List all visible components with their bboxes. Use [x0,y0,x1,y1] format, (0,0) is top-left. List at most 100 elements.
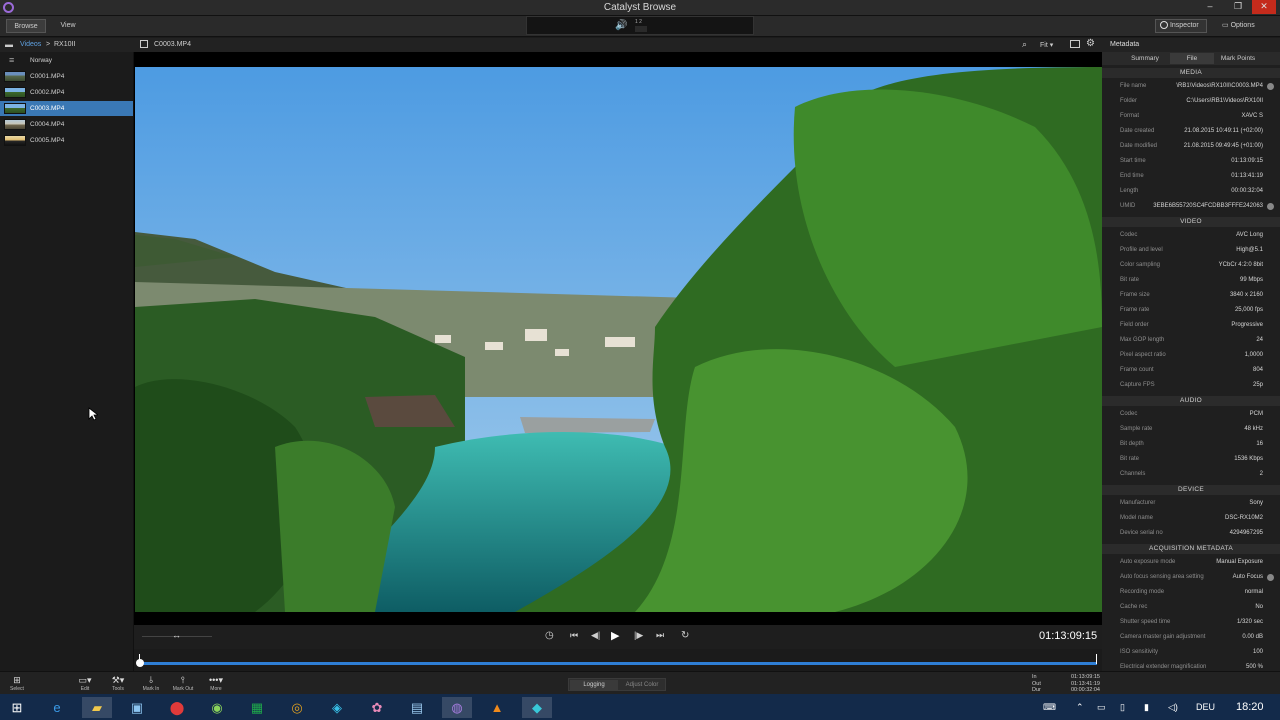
thumbnail [4,87,26,98]
photo-app-icon[interactable]: ◈ [322,697,352,718]
next-frame-icon[interactable]: |▶ [634,630,643,641]
notepad-icon[interactable]: ▤ [402,697,432,718]
info-icon[interactable] [1267,574,1274,581]
go-to-end-icon[interactable]: ⏭ [656,630,664,641]
catalyst-browse-icon[interactable]: ◍ [442,697,472,718]
info-icon[interactable] [1267,83,1274,90]
metadata-value: No [1255,604,1263,610]
metadata-key: Bit depth [1120,441,1144,447]
notifications-icon[interactable]: ▭ [1097,694,1106,720]
list-item[interactable]: C0004.MP4 [0,117,133,132]
vlc-icon[interactable]: ▲ [482,697,512,718]
select-tool-button[interactable]: ⊞ Select [2,674,32,692]
metadata-row: File name \RB1\Videos\RX10II\C0003.MP4 [1102,80,1280,93]
go-to-start-icon[interactable]: ⏮ [570,630,578,641]
metadata-row: Folder C:\Users\RB1\Videos\RX10II [1102,95,1280,108]
media-app-icon[interactable]: ⬤ [162,697,192,718]
duration-label: Dur [1032,687,1041,693]
search-icon[interactable]: ⌕ [1022,39,1027,50]
tab-adjust-color[interactable]: Adjust Color [619,680,665,690]
thumbnail [4,103,26,114]
fullscreen-icon[interactable] [1070,40,1080,48]
metadata-value: 01:13:09:15 [1231,158,1263,164]
volume-tray-icon[interactable]: ◁) [1168,694,1178,720]
tab-mark-points[interactable]: Mark Points [1216,53,1260,64]
previous-frame-icon[interactable]: ◀| [591,630,600,641]
metadata-key: Recording mode [1120,589,1165,595]
metadata-key: Frame size [1120,292,1150,298]
close-button[interactable]: ✕ [1252,0,1276,14]
metadata-row: Sample rate 48 kHz [1102,423,1280,436]
panel-tabs: Summary File Mark Points [1102,52,1280,65]
paint-app-icon[interactable]: ✿ [362,697,392,718]
list-item-selected[interactable]: C0003.MP4 [0,101,133,116]
edit-tool-button[interactable]: ▭▾ Edit [70,674,100,692]
metadata-value: XAVC S [1241,113,1263,119]
metadata-row: Codec AVC Long [1102,229,1280,242]
zoom-select[interactable]: Fit ▾ [1040,41,1053,49]
start-icon[interactable]: ⊞ [2,697,32,718]
chrome-icon[interactable]: ◎ [282,697,312,718]
network-icon[interactable]: ▮ [1144,694,1149,720]
metadata-key: ISO sensitivity [1120,649,1159,655]
view-tab[interactable]: View [48,19,88,33]
metadata-key: Sample rate [1120,426,1153,432]
metadata-row: Manufacturer Sony [1102,497,1280,510]
metadata-value: normal [1244,589,1263,595]
tab-summary[interactable]: Summary [1123,53,1167,64]
music-app-icon[interactable]: ◉ [202,697,232,718]
monitor-app-icon[interactable]: ▣ [122,697,152,718]
metadata-row: Format XAVC S [1102,110,1280,123]
spreadsheet-app-icon[interactable]: ▦ [242,697,272,718]
tray-chevron-icon[interactable]: ⌃ [1076,694,1084,720]
list-item[interactable]: C0001.MP4 [0,69,133,84]
play-icon[interactable]: ▶ [611,629,619,642]
metadata-key: Start time [1120,158,1146,164]
loop-mode-icon[interactable]: ◷ [545,630,554,641]
metadata-key: Date modified [1120,143,1158,149]
list-item[interactable]: C0002.MP4 [0,85,133,100]
ie-browser-icon[interactable]: e [42,697,72,718]
metadata-key: Color sampling [1120,262,1161,268]
file-name: C0001.MP4 [30,73,65,80]
metadata-value: Auto Focus [1232,574,1263,580]
tab-logging[interactable]: Logging [570,680,618,690]
inspector-button[interactable]: Inspector [1155,19,1207,33]
info-icon[interactable] [1267,203,1274,210]
catalyst-prepare-icon[interactable]: ◆ [522,697,552,718]
options-button[interactable]: ▭ Options [1222,21,1255,29]
timeline[interactable] [134,649,1102,671]
breadcrumb-videos[interactable]: Videos [20,41,41,48]
maximize-button[interactable]: ❐ [1226,0,1250,14]
timeline-track[interactable] [139,662,1097,665]
gear-icon[interactable]: ⚙ [1086,38,1095,49]
metadata-value: 2 [1259,471,1263,477]
tab-file[interactable]: File [1170,53,1214,64]
clock[interactable]: 18:20 [1236,694,1264,720]
battery-icon[interactable]: ▯ [1120,694,1125,720]
volume-icon[interactable]: 🔊 [615,20,627,31]
mark-in-button[interactable]: ⫰ Mark In [136,674,166,692]
keyboard-icon[interactable]: ⌨ [1043,694,1056,720]
minimize-button[interactable]: – [1198,0,1222,14]
language-indicator[interactable]: DEU [1196,694,1215,720]
more-button[interactable]: •••▾ More [201,674,231,692]
browse-tab[interactable]: Browse [6,19,46,33]
mark-out-button[interactable]: ⫯ Mark Out [168,674,198,692]
jog-shuttle-icon[interactable]: ↔ [172,630,181,640]
metadata-value: 3840 x 2160 [1229,292,1263,298]
video-frame[interactable] [135,67,1102,612]
list-item[interactable]: C0005.MP4 [0,133,133,148]
tools-button[interactable]: ⚒▾ Tools [103,674,133,692]
file-explorer-icon[interactable]: ▰ [82,697,112,718]
list-item-folder[interactable]: ≡ Norway [0,53,133,68]
playhead[interactable] [136,659,144,667]
metadata-value: 4294967295 [1229,530,1263,536]
metadata-key: Bit rate [1120,456,1140,462]
metadata-row: Auto focus sensing area setting Auto Focu… [1102,571,1280,584]
repeat-icon[interactable]: ↻ [681,630,689,641]
panel-title: Metadata [1110,41,1140,48]
mark-out-line [1096,654,1097,664]
metadata-value: 00:00:32:04 [1231,188,1263,194]
breadcrumb-folder[interactable]: RX10II [54,41,75,48]
